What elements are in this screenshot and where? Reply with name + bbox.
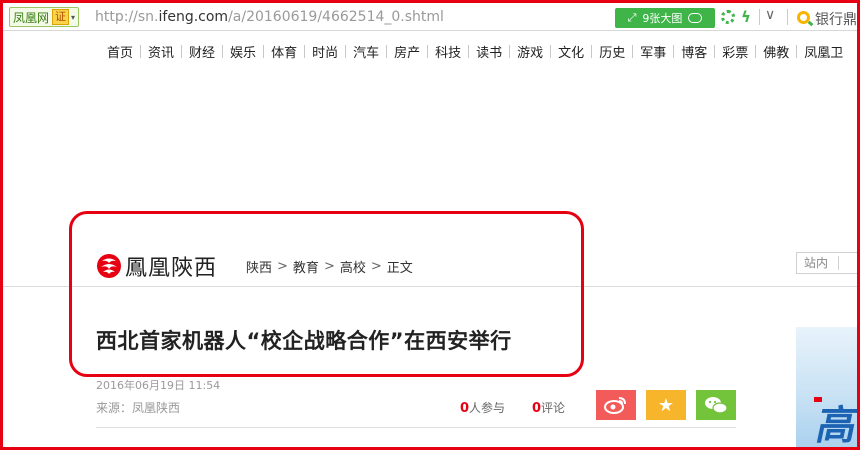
big-picture-button[interactable]: ⤢ 9张大图: [615, 8, 715, 28]
favorite-button[interactable]: ★: [646, 390, 686, 420]
star-icon: ★: [657, 394, 675, 416]
nav-item[interactable]: 博客: [674, 42, 714, 61]
nav-item[interactable]: 时尚: [305, 42, 345, 61]
ad-accent: [814, 397, 822, 402]
toolbar-divider: [759, 9, 760, 25]
comments-count[interactable]: 0评论: [532, 399, 565, 416]
site-search-label: 站内: [804, 256, 829, 270]
nav-item[interactable]: 资讯: [141, 42, 181, 61]
refresh-extension-icon[interactable]: [721, 10, 735, 24]
site-identity-badge[interactable]: 凤凰网 证 ▾: [9, 7, 80, 27]
toolbar-divider: [787, 9, 788, 25]
channel-nav: 首页 资讯 财经 娱乐 体育 时尚 汽车 房产 科技 读书 游戏 文化 历史 军事 博客 彩票 佛教 凤凰卫: [100, 42, 850, 61]
participants-label: 人参与: [469, 401, 506, 415]
nav-item[interactable]: 历史: [592, 42, 632, 61]
nav-item[interactable]: 科技: [428, 42, 468, 61]
side-ad-banner[interactable]: 高: [796, 327, 860, 450]
chevron-down-icon[interactable]: ∨: [765, 7, 775, 23]
nav-item[interactable]: 读书: [469, 42, 509, 61]
nav-item[interactable]: 彩票: [715, 42, 755, 61]
publish-date: 2016年06月19日 11:54: [96, 379, 221, 392]
address-bar: 凤凰网 证 ▾ http://sn.ifeng.com/a/20160619/4…: [3, 3, 857, 31]
nav-item[interactable]: 首页: [100, 42, 140, 61]
comments-label: 评论: [541, 401, 566, 415]
nav-item[interactable]: 文化: [551, 42, 591, 61]
nav-item[interactable]: 房产: [387, 42, 427, 61]
nav-item[interactable]: 体育: [264, 42, 304, 61]
site-search-box[interactable]: 站内: [796, 252, 860, 274]
article-source[interactable]: 来源：凤凰陕西: [96, 399, 180, 416]
nav-item[interactable]: 娱乐: [223, 42, 263, 61]
url-domain: ifeng.com: [158, 9, 229, 25]
participants-count[interactable]: 0人参与: [460, 399, 505, 416]
share-weibo-button[interactable]: [596, 390, 636, 420]
big-picture-label: 9张大图: [642, 12, 683, 25]
nav-item[interactable]: 游戏: [510, 42, 550, 61]
nav-item[interactable]: 军事: [633, 42, 673, 61]
share-wechat-button[interactable]: [696, 390, 736, 420]
lightning-icon[interactable]: ϟ: [741, 8, 751, 26]
nav-item[interactable]: 汽车: [346, 42, 386, 61]
expand-icon: ⤢: [627, 11, 637, 24]
annotation-highlight: [69, 211, 584, 377]
cloud-icon: [688, 13, 703, 23]
chevron-down-icon: ▾: [71, 12, 76, 22]
nav-item[interactable]: 佛教: [756, 42, 796, 61]
comments-number: 0: [532, 401, 542, 416]
search-box[interactable]: 银行鼎: [815, 9, 857, 29]
url-field[interactable]: http://sn.ifeng.com/a/20160619/4662514_0…: [95, 9, 444, 25]
url-path: /a/20160619/4662514_0.shtml: [228, 9, 444, 25]
participants-number: 0: [460, 401, 470, 416]
weibo-icon: [604, 397, 626, 414]
nav-item[interactable]: 财经: [182, 42, 222, 61]
meta-divider: [96, 427, 736, 428]
search-engine-icon[interactable]: [797, 11, 810, 24]
search-divider: [838, 256, 839, 270]
url-prefix: http://sn.: [95, 9, 159, 25]
nav-item[interactable]: 凤凰卫: [797, 42, 850, 61]
cert-icon: 证: [52, 9, 70, 25]
site-name: 凤凰网: [13, 10, 50, 25]
wechat-icon: [705, 397, 728, 414]
